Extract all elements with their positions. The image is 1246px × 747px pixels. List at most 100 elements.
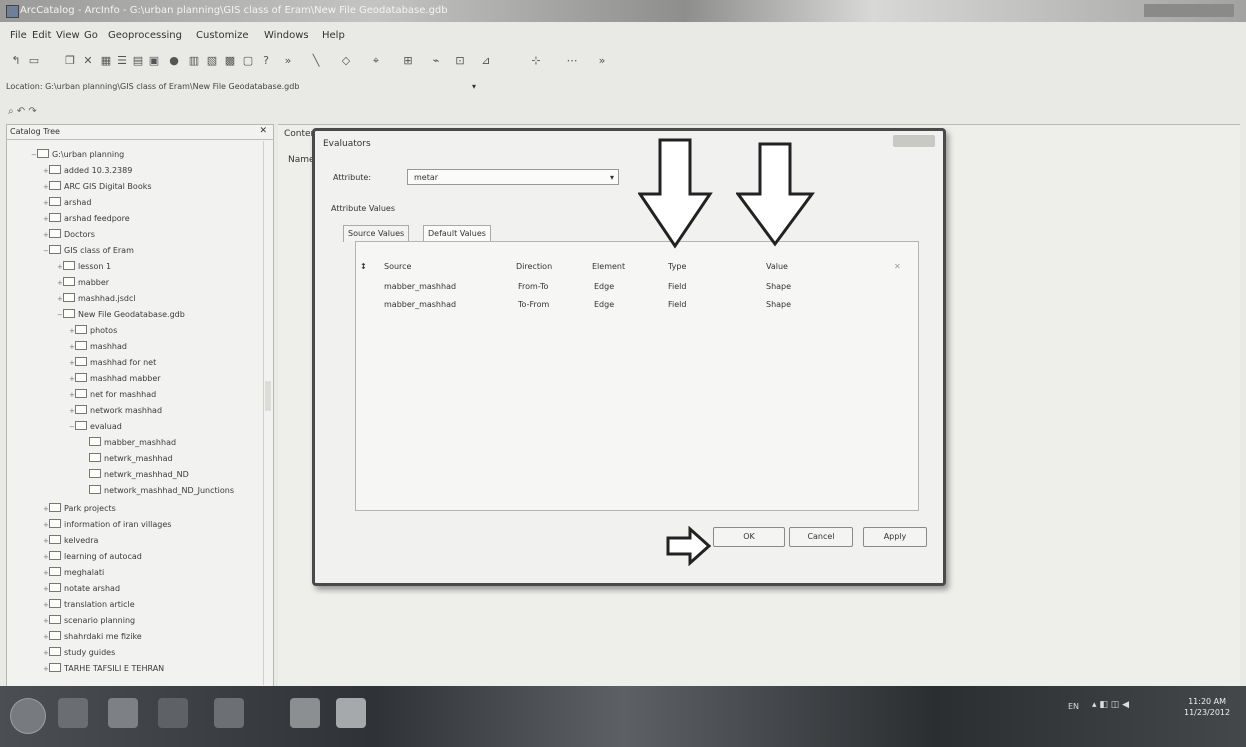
menu-view[interactable]: View: [56, 30, 80, 41]
toolbar-overflow-icon-2[interactable]: »: [596, 55, 608, 67]
tree-item[interactable]: + kelvedra: [43, 535, 98, 548]
row-1-type[interactable]: Field: [668, 282, 686, 291]
row-2-value[interactable]: Shape: [766, 300, 791, 309]
tree-item[interactable]: netwrk_mashhad: [83, 453, 173, 466]
whats-this-icon[interactable]: ?: [260, 55, 272, 67]
details-icon[interactable]: ▤: [132, 55, 144, 67]
row-2-element[interactable]: Edge: [594, 300, 614, 309]
tree-item[interactable]: + shahrdaki me fizike: [43, 631, 142, 644]
taskbar-arccatalog-icon[interactable]: [290, 698, 320, 728]
tree-item[interactable]: + scenario planning: [43, 615, 135, 628]
tree-item[interactable]: − G:\urban planning: [31, 149, 124, 162]
row-2-direction[interactable]: To-From: [518, 300, 549, 309]
remove-icon[interactable]: ✕: [894, 262, 901, 271]
tree-item[interactable]: + study guides: [43, 647, 115, 660]
list-icon[interactable]: ☰: [116, 55, 128, 67]
menu-customize[interactable]: Customize: [196, 30, 249, 41]
close-icon[interactable]: ✕: [259, 126, 267, 136]
tree-item[interactable]: + net for mashhad: [69, 389, 156, 402]
tree-item[interactable]: + mashhad mabber: [69, 373, 161, 386]
column-header-direction[interactable]: Direction: [516, 262, 552, 271]
column-header-element[interactable]: Element: [592, 262, 625, 271]
row-1-value[interactable]: Shape: [766, 282, 791, 291]
menu-help[interactable]: Help: [322, 30, 345, 41]
taskbar-media-icon[interactable]: [214, 698, 244, 728]
tree-item[interactable]: + added 10.3.2389: [43, 165, 132, 178]
tree-item[interactable]: + ARC GIS Digital Books: [43, 181, 152, 194]
sort-icon[interactable]: ↕: [360, 262, 367, 271]
menu-windows[interactable]: Windows: [264, 30, 309, 41]
catalog-scrollbar[interactable]: [263, 141, 272, 685]
tree-item[interactable]: − New File Geodatabase.gdb: [57, 309, 185, 322]
taskbar-folder-icon[interactable]: [108, 698, 138, 728]
menu-go[interactable]: Go: [84, 30, 98, 41]
tree-item[interactable]: + translation article: [43, 599, 135, 612]
tree-item[interactable]: mabber_mashhad: [83, 437, 176, 450]
tree-item[interactable]: + mabber: [57, 277, 109, 290]
row-1-direction[interactable]: From-To: [518, 282, 548, 291]
taskbar-window-icon[interactable]: [336, 698, 366, 728]
row-1-element[interactable]: Edge: [594, 282, 614, 291]
ok-button[interactable]: OK: [713, 527, 785, 547]
tree-item[interactable]: + arshad feedpore: [43, 213, 130, 226]
taskbar-app-icon-2[interactable]: [158, 698, 188, 728]
language-indicator[interactable]: EN: [1068, 702, 1079, 711]
column-header-name[interactable]: Name: [288, 155, 315, 165]
tab-default-values[interactable]: Default Values: [423, 225, 491, 242]
tree-item[interactable]: + meghalati: [43, 567, 104, 580]
tree-item[interactable]: + notate arshad: [43, 583, 120, 596]
copy-icon[interactable]: ❐: [64, 55, 76, 67]
location-dropdown-icon[interactable]: ▾: [472, 82, 476, 91]
row-2-type[interactable]: Field: [668, 300, 686, 309]
close-button[interactable]: [893, 135, 935, 147]
toolbar-overflow-icon[interactable]: »: [282, 55, 294, 67]
taskbar-app-icon[interactable]: [58, 698, 88, 728]
window-controls[interactable]: [1144, 4, 1234, 17]
tree-item[interactable]: + arshad: [43, 197, 91, 210]
modelbuilder-icon[interactable]: ▢: [242, 55, 254, 67]
back-icon[interactable]: ↶: [17, 106, 25, 117]
tree-item[interactable]: + photos: [69, 325, 117, 338]
column-header-value[interactable]: Value: [766, 262, 788, 271]
tree-item[interactable]: + mashhad for net: [69, 357, 156, 370]
connect-folder-icon[interactable]: ▭: [28, 55, 40, 67]
toolbox-icon[interactable]: ▧: [206, 55, 218, 67]
tree-item[interactable]: + mashhad: [69, 341, 127, 354]
large-icons-icon[interactable]: ▦: [100, 55, 112, 67]
scrollbar-thumb[interactable]: [265, 381, 271, 411]
column-header-type[interactable]: Type: [668, 262, 686, 271]
row-1-source[interactable]: mabber_mashhad: [384, 282, 456, 291]
up-one-level-icon[interactable]: ↰: [10, 55, 22, 67]
catalog-window-icon[interactable]: ▥: [188, 55, 200, 67]
search-icon[interactable]: ●: [168, 55, 180, 67]
cancel-button[interactable]: Cancel: [789, 527, 853, 547]
menu-geoprocessing[interactable]: Geoprocessing: [108, 30, 182, 41]
menu-file[interactable]: File: [10, 30, 27, 41]
forward-icon[interactable]: ↷: [28, 106, 36, 117]
start-button[interactable]: [10, 698, 46, 734]
tray-icons[interactable]: ▴ ◧ ◫ ◀: [1092, 700, 1129, 710]
menu-edit[interactable]: Edit: [32, 30, 51, 41]
tree-item[interactable]: + mashhad.jsdcl: [57, 293, 136, 306]
python-icon[interactable]: ▩: [224, 55, 236, 67]
tree-item[interactable]: − evaluad: [69, 421, 122, 434]
apply-button[interactable]: Apply: [863, 527, 927, 547]
find-icon[interactable]: ⌕: [8, 106, 14, 117]
tree-item[interactable]: + lesson 1: [57, 261, 111, 274]
location-field[interactable]: Location: G:\urban planning\GIS class of…: [6, 82, 299, 91]
clock[interactable]: 11:20 AM 11/23/2012: [1184, 696, 1230, 718]
attribute-dropdown[interactable]: metar ▾: [407, 169, 619, 185]
tree-item[interactable]: + network mashhad: [69, 405, 162, 418]
tree-item[interactable]: + TARHE TAFSILI E TEHRAN: [43, 663, 164, 676]
delete-icon[interactable]: ✕: [82, 55, 94, 67]
tree-item[interactable]: − GIS class of Eram: [43, 245, 134, 258]
row-2-source[interactable]: mabber_mashhad: [384, 300, 456, 309]
column-header-source[interactable]: Source: [384, 262, 411, 271]
tab-source-values[interactable]: Source Values: [343, 225, 410, 242]
tree-item[interactable]: + Doctors: [43, 229, 95, 242]
tree-item[interactable]: + information of iran villages: [43, 519, 171, 532]
tree-item[interactable]: network_mashhad_ND_Junctions: [83, 485, 234, 498]
tree-item[interactable]: + learning of autocad: [43, 551, 142, 564]
tree-item[interactable]: + Park projects: [43, 503, 116, 516]
tree-item[interactable]: netwrk_mashhad_ND: [83, 469, 189, 482]
